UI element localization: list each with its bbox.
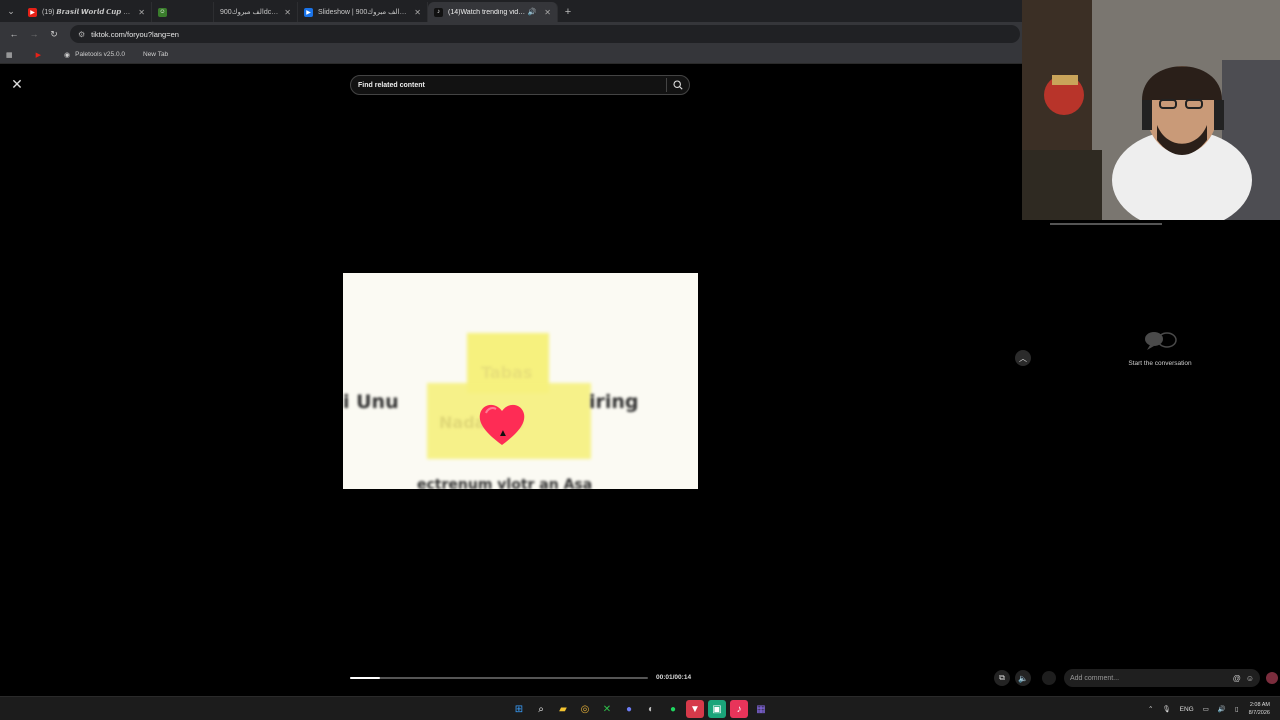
system-tray: ⌃ 🎙 ENG ▭ 🔊 ▯ 2:08 AM 8/7/2026 — [1139, 701, 1270, 717]
tab-youtube[interactable]: ▶ (19) 𝘽𝙧𝙖𝙨𝙞𝙡 𝙒𝙤𝙧𝙡𝙙 𝘾𝙪𝙥 𝙎𝙤𝙣𝙜 ✕ — [22, 2, 152, 22]
video-overlay-text: i Unu — [343, 391, 399, 413]
tiktok-page: ✕ Find related content Tabas i Unu iring… — [0, 0, 1280, 696]
volume-button[interactable]: 🔈 — [1015, 670, 1031, 686]
taskbar: ⊞ ⌕ ▰ ◎ ✕ ● ◐ ● ▼ ▣ ♪ ▦ ⌃ 🎙 ENG ▭ 🔊 ▯ 2:… — [0, 696, 1280, 720]
new-tab-button[interactable]: + — [558, 2, 578, 22]
tab-search-icon[interactable]: ⌄ — [0, 0, 22, 22]
clock[interactable]: 2:08 AM 8/7/2026 — [1249, 701, 1270, 717]
close-icon[interactable]: ✕ — [414, 8, 421, 17]
bookmark-label: New Tab — [143, 51, 169, 58]
battery-icon[interactable]: ▯ — [1235, 705, 1239, 713]
chrome-icon[interactable]: ◎ — [576, 700, 594, 718]
language-indicator[interactable]: ENG — [1180, 706, 1194, 713]
video-overlay-text: Tabas — [481, 363, 533, 382]
picture-in-picture-button[interactable]: ⧉ — [994, 670, 1010, 686]
start-conversation-label: Start the conversation — [1128, 360, 1192, 367]
progress-fill — [350, 677, 380, 679]
reload-icon[interactable]: ↻ — [44, 24, 64, 44]
obs-icon[interactable]: ◐ — [642, 700, 660, 718]
clock-time: 2:08 AM — [1249, 702, 1270, 708]
youtube-bookmark[interactable]: ▶ — [36, 51, 46, 59]
file-explorer-icon[interactable]: ▰ — [554, 700, 572, 718]
bookmark-label: Paletools v25.0.0 — [75, 51, 125, 58]
webcam-overlay — [1022, 0, 1280, 220]
network-icon[interactable]: ▭ — [1203, 705, 1209, 713]
comment-bar: Add comment... @ ☺ — [1042, 668, 1278, 688]
forward-arrow-icon[interactable]: → — [24, 24, 44, 44]
taskbar-apps: ⊞ ⌕ ▰ ◎ ✕ ● ◐ ● ▼ ▣ ♪ ▦ — [510, 700, 774, 718]
volume-icon[interactable]: 🔊 — [1218, 705, 1226, 713]
grid-app-icon[interactable]: ▦ — [752, 700, 770, 718]
tab-cat[interactable]: ☺ — [152, 2, 214, 22]
search-box[interactable]: Find related content — [350, 75, 690, 95]
emoji-icon[interactable]: ☺ — [1246, 674, 1254, 683]
video-timecode: 00:01/00:14 — [656, 674, 692, 681]
mention-icon[interactable]: @ — [1233, 674, 1241, 683]
divider — [1050, 223, 1162, 225]
search-icon[interactable]: ⌕ — [532, 700, 550, 718]
windows-start-icon[interactable]: ⊞ — [510, 700, 528, 718]
close-icon[interactable]: ✕ — [284, 8, 291, 17]
tab-arabic[interactable]: الف مبروك900dcssss ✕ — [214, 2, 298, 22]
comment-input[interactable]: Add comment... @ ☺ — [1064, 669, 1260, 687]
previous-video-button[interactable]: ︿ — [1015, 350, 1031, 366]
microphone-icon[interactable]: 🎙 — [1162, 705, 1170, 713]
tab-title: (14)Watch trending videos — [448, 8, 528, 16]
tiktok-icon: ♪ — [434, 7, 443, 17]
bookmark-paletools[interactable]: ◉ Paletools v25.0.0 — [64, 51, 125, 59]
address-bar[interactable]: ⚙ tiktok.com/foryou?lang=en — [70, 25, 1020, 43]
app-icon[interactable]: ▣ — [708, 700, 726, 718]
video-frame[interactable]: Tabas i Unu iring Nadakaie ectrenum vlot… — [343, 273, 698, 489]
post-comment-button[interactable] — [1266, 672, 1278, 684]
mouse-cursor-icon: ▲ — [498, 428, 508, 439]
site-settings-icon[interactable]: ⚙ — [78, 30, 85, 39]
clock-date: 8/7/2026 — [1248, 710, 1270, 716]
chat-bubbles-icon — [1100, 329, 1220, 356]
video-overlay-text: ectrenum vlotr an Asa — [417, 477, 593, 489]
close-icon[interactable]: ✕ — [138, 8, 145, 17]
apps-grid-icon[interactable]: ▦ — [6, 51, 18, 59]
chevron-up-icon[interactable]: ⌃ — [1148, 705, 1153, 713]
app-icon[interactable]: ▼ — [686, 700, 704, 718]
url-text: tiktok.com/foryou?lang=en — [91, 29, 179, 39]
tiktok-icon[interactable]: ♪ — [730, 700, 748, 718]
avatar — [1042, 671, 1056, 685]
paletools-icon: ◉ — [64, 51, 71, 59]
video-player[interactable]: Find related content Tabas i Unu iring N… — [343, 65, 698, 696]
bookmark-new-tab[interactable]: New Tab — [143, 51, 168, 58]
close-icon[interactable]: ✕ — [8, 75, 26, 93]
search-icon[interactable] — [667, 80, 689, 90]
youtube-icon: ▶ — [28, 7, 37, 17]
tab-tiktok[interactable]: ♪ (14)Watch trending videos 🔊 ✕ — [428, 2, 558, 22]
tab-slideshow[interactable]: ▶ Slideshow | 900الف مبروكdcssss ✕ — [298, 2, 428, 22]
tab-title: Slideshow | 900الف مبروكdcssss — [318, 9, 411, 16]
xbox-icon[interactable]: ✕ — [598, 700, 616, 718]
close-icon[interactable]: ✕ — [544, 8, 551, 17]
like-heart-icon — [479, 404, 525, 445]
video-progress-bar[interactable] — [350, 674, 650, 682]
progress-track[interactable] — [350, 677, 648, 679]
spotify-icon[interactable]: ● — [664, 700, 682, 718]
slideshow-icon: ▶ — [304, 7, 313, 17]
discord-icon[interactable]: ● — [620, 700, 638, 718]
tab-title: (19) 𝘽𝙧𝙖𝙨𝙞𝙡 𝙒𝙤𝙧𝙡𝙙 𝘾𝙪𝙥 𝙎𝙤𝙣𝙜 — [42, 9, 135, 16]
empty-comments: Start the conversation — [1100, 329, 1220, 367]
cat-face-icon: ☺ — [158, 7, 167, 17]
speaker-icon[interactable]: 🔊 — [528, 8, 537, 16]
tab-title: الف مبروك900dcssss — [220, 9, 280, 16]
search-input[interactable]: Find related content — [351, 82, 666, 89]
comment-placeholder: Add comment... — [1070, 674, 1120, 682]
back-arrow-icon[interactable]: ← — [4, 24, 24, 44]
video-overlay-text: iring — [589, 391, 639, 413]
screen: ⌄ ▶ (19) 𝘽𝙧𝙖𝙨𝙞𝙡 𝙒𝙤𝙧𝙡𝙙 𝘾𝙪𝙥 𝙎𝙤𝙣𝙜 ✕ ☺ الف م… — [0, 0, 1280, 720]
